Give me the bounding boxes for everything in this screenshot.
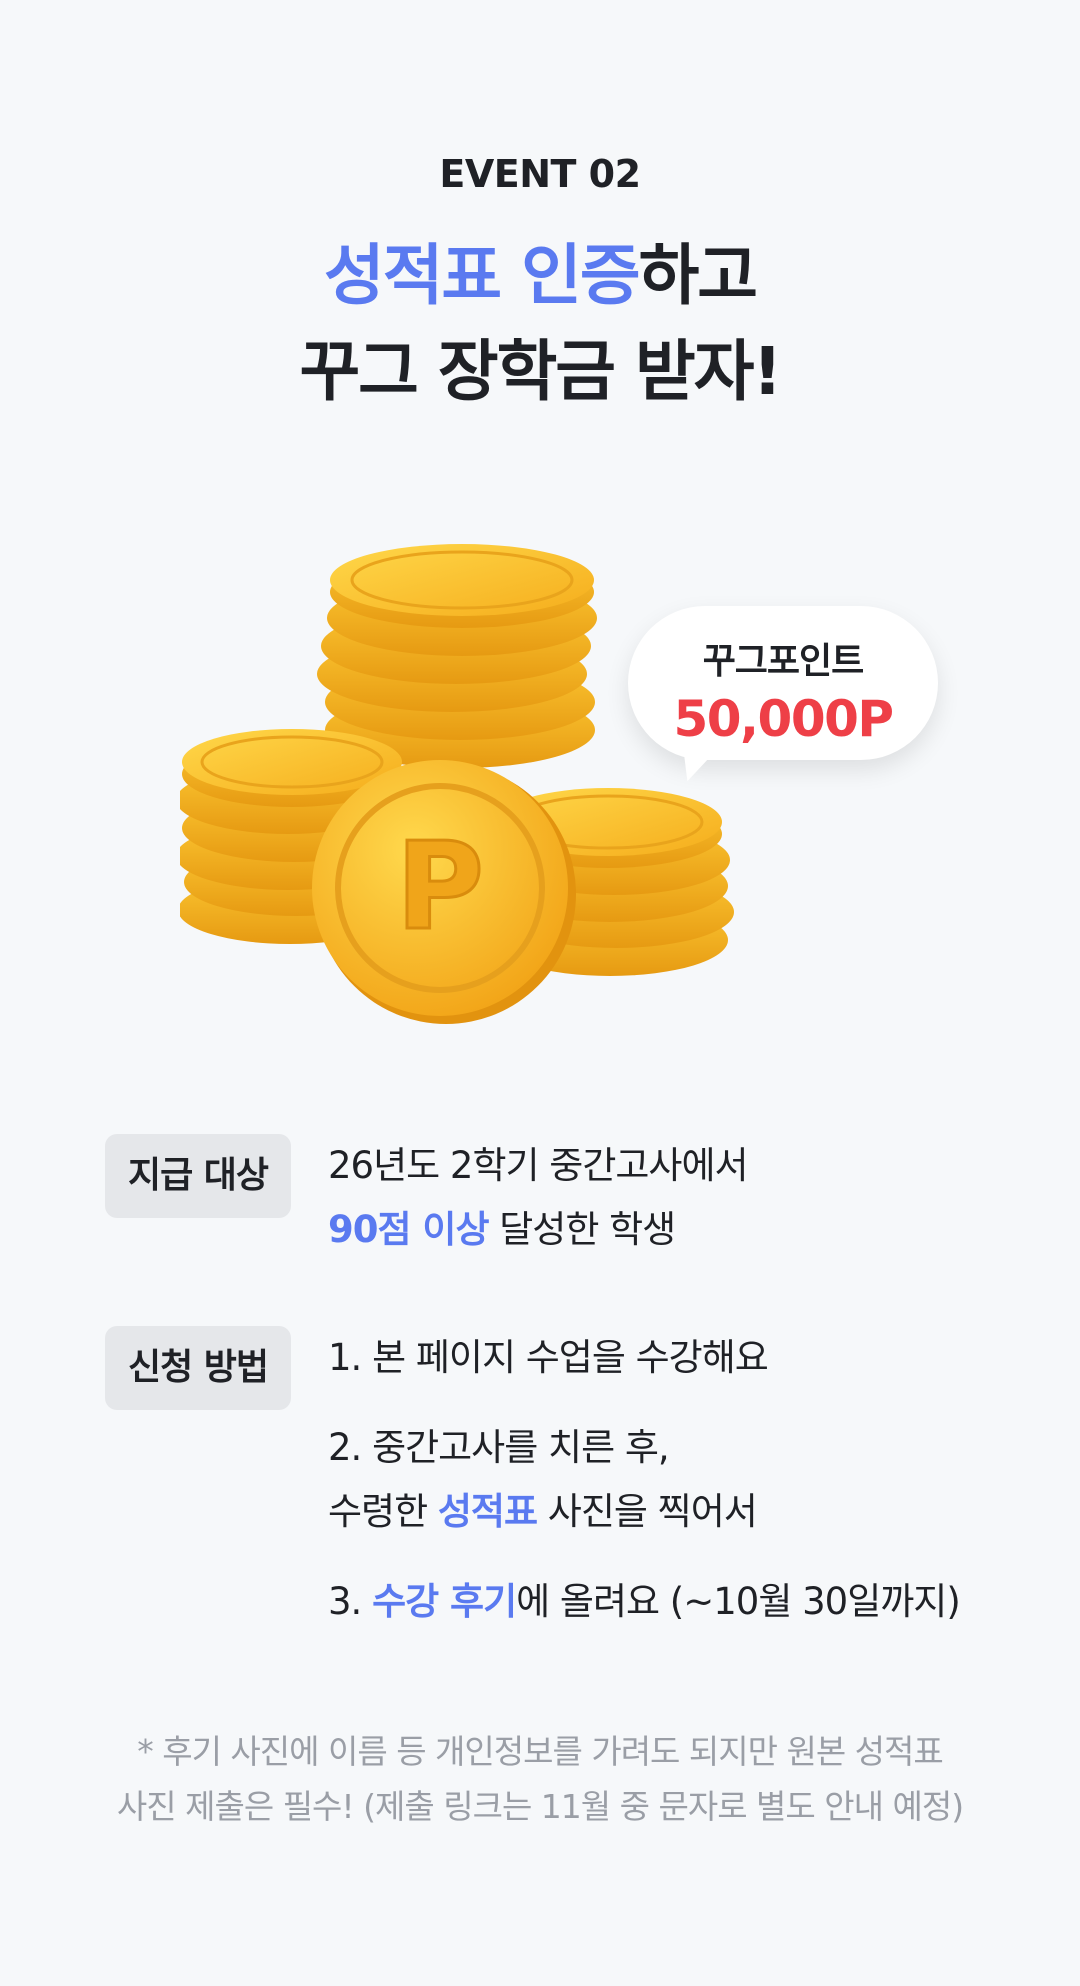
- how-to-step-1: 1. 본 페이지 수업을 수강해요: [328, 1336, 769, 1379]
- step2-post: 사진을 찍어서: [537, 1490, 758, 1533]
- bubble-title: 꾸그포인트: [702, 641, 865, 682]
- eligibility-line2-rest: 달성한 학생: [488, 1208, 676, 1251]
- headline-line-1: 성적표 인증하고: [0, 228, 1080, 324]
- eligibility-line-1: 26년도 2학기 중간고사에서: [328, 1144, 749, 1187]
- eligibility-section: 지급 대상 26년도 2학기 중간고사에서 90점 이상 달성한 학생: [105, 1134, 1005, 1274]
- how-to-step-2-line-2: 수령한 성적표 사진을 찍어서: [328, 1480, 1028, 1544]
- headline-accent: 성적표 인증: [323, 237, 641, 314]
- eligibility-badge: 지급 대상: [105, 1134, 291, 1218]
- how-to-section: 신청 방법 1. 본 페이지 수업을 수강해요 2. 중간고사를 치른 후, 수…: [105, 1326, 1005, 1646]
- footnote-line-2: 사진 제출은 필수! (제출 링크는 11월 중 문자로 별도 안내 예정): [116, 1787, 964, 1826]
- step2-accent: 성적표: [437, 1490, 538, 1533]
- eligibility-accent: 90점 이상: [328, 1208, 489, 1251]
- coin-p-symbol: P: [396, 818, 484, 957]
- step3-post: 에 올려요 (~10월 30일까지): [516, 1580, 961, 1623]
- event-label: EVENT 02: [439, 152, 641, 196]
- step3-accent: 수강 후기: [372, 1580, 517, 1623]
- how-to-content: 1. 본 페이지 수업을 수강해요 2. 중간고사를 치른 후, 수령한 성적표…: [328, 1326, 1028, 1634]
- step2-pre: 수령한: [328, 1490, 438, 1533]
- eligibility-line-2: 90점 이상 달성한 학생: [328, 1198, 1028, 1262]
- bubble-amount: 50,000P: [673, 690, 894, 748]
- points-bubble: 꾸그포인트 50,000P: [628, 606, 938, 760]
- coin-stack-back: [317, 544, 597, 768]
- how-to-step-2-line-1: 2. 중간고사를 치른 후,: [328, 1426, 670, 1469]
- headline-line1-rest: 하고: [638, 237, 758, 314]
- headline-line-2: 꾸그 장학금 받자!: [299, 333, 782, 410]
- how-to-badge: 신청 방법: [105, 1326, 291, 1410]
- eligibility-content: 26년도 2학기 중간고사에서 90점 이상 달성한 학생: [328, 1134, 1028, 1262]
- step3-pre: 3.: [328, 1580, 373, 1623]
- footnote-line-1: * 후기 사진에 이름 등 개인정보를 가려도 되지만 원본 성적표: [137, 1732, 944, 1771]
- footnote: * 후기 사진에 이름 등 개인정보를 가려도 되지만 원본 성적표 사진 제출…: [0, 1724, 1080, 1834]
- headline: 성적표 인증하고 꾸그 장학금 받자!: [0, 228, 1080, 420]
- how-to-step-3: 3. 수강 후기에 올려요 (~10월 30일까지): [328, 1570, 1028, 1634]
